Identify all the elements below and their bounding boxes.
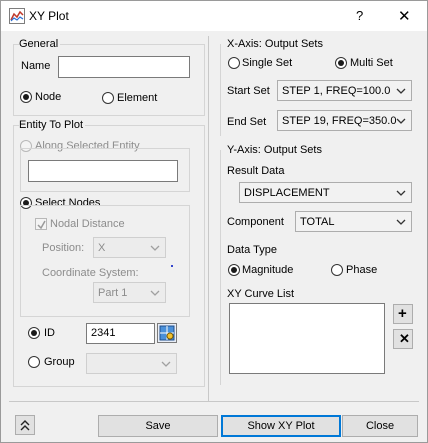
chevron-down-icon xyxy=(150,290,160,296)
close-window-button[interactable]: ✕ xyxy=(398,7,411,25)
coordinate-system-select[interactable]: Part 1 xyxy=(93,282,166,303)
end-set-value: STEP 19, FREQ=350.0 xyxy=(282,115,397,127)
multi-set-radio[interactable] xyxy=(335,57,347,69)
pick-node-button[interactable] xyxy=(157,323,177,343)
single-set-label: Single Set xyxy=(242,57,293,69)
component-label: Component xyxy=(227,216,284,228)
xy-plot-dialog: XY Plot ? ✕ General Name Node Element En… xyxy=(0,0,428,443)
xy-curve-list-label: XY Curve List xyxy=(227,288,295,300)
single-set-radio[interactable] xyxy=(228,57,240,69)
chevron-down-icon xyxy=(396,190,406,196)
remove-icon: ✕ xyxy=(399,331,410,346)
entity-legend: Entity To Plot xyxy=(19,119,85,131)
result-data-label: Result Data xyxy=(227,165,285,177)
xy-plot-app-icon xyxy=(9,8,25,24)
magnitude-label: Magnitude xyxy=(242,264,294,276)
double-chevron-up-icon xyxy=(20,420,30,431)
group-radio[interactable] xyxy=(28,356,40,368)
title-bar: XY Plot ? ✕ xyxy=(1,1,427,31)
group-select[interactable] xyxy=(86,353,177,374)
add-curve-button[interactable]: + xyxy=(393,304,413,324)
collapse-button[interactable] xyxy=(15,415,35,435)
nodal-distance-label: Nodal Distance xyxy=(50,218,125,230)
result-data-value: DISPLACEMENT xyxy=(244,187,330,199)
start-set-value: STEP 1, FREQ=100.0 xyxy=(282,85,391,97)
element-radio[interactable] xyxy=(102,92,114,104)
chevron-down-icon xyxy=(150,245,160,251)
general-legend: General xyxy=(19,38,61,50)
chevron-down-icon xyxy=(396,219,406,225)
coordinate-system-label: Coordinate System: xyxy=(42,267,139,279)
column-divider xyxy=(208,36,209,401)
start-set-label: Start Set xyxy=(227,85,270,97)
general-group xyxy=(13,44,205,116)
id-label: ID xyxy=(44,327,55,339)
group-label: Group xyxy=(44,356,75,368)
node-radio-label: Node xyxy=(35,91,62,103)
magnitude-radio[interactable] xyxy=(228,264,240,276)
remove-curve-button[interactable]: ✕ xyxy=(393,329,413,349)
close-button[interactable]: Close xyxy=(342,415,418,437)
chevron-down-icon xyxy=(161,361,171,367)
multi-set-label: Multi Set xyxy=(350,57,393,69)
position-label: Position: xyxy=(42,242,85,254)
nodal-distance-checkbox[interactable] xyxy=(35,218,47,230)
indicator-dot xyxy=(171,265,173,267)
along-entity-input[interactable] xyxy=(28,160,178,182)
id-input[interactable]: 2341 xyxy=(86,323,155,344)
window-title: XY Plot xyxy=(29,9,69,23)
position-value: X xyxy=(98,242,106,254)
start-set-select[interactable]: STEP 1, FREQ=100.0 xyxy=(277,80,412,101)
element-radio-label: Element xyxy=(117,92,158,104)
data-type-label: Data Type xyxy=(227,244,277,256)
node-radio[interactable] xyxy=(20,91,32,103)
check-icon xyxy=(37,220,46,229)
xy-curve-list[interactable] xyxy=(229,303,385,374)
help-button[interactable]: ? xyxy=(356,8,363,23)
name-input[interactable] xyxy=(58,56,190,78)
chevron-down-icon xyxy=(396,88,406,94)
save-button[interactable]: Save xyxy=(98,415,218,437)
chevron-down-icon xyxy=(396,118,406,124)
result-data-select[interactable]: DISPLACEMENT xyxy=(239,182,412,203)
phase-label: Phase xyxy=(346,264,378,276)
coordinate-system-value: Part 1 xyxy=(98,287,128,299)
end-set-select[interactable]: STEP 19, FREQ=350.0 xyxy=(277,110,412,131)
id-radio[interactable] xyxy=(28,327,40,339)
show-xy-plot-button[interactable]: Show XY Plot xyxy=(221,415,341,437)
position-select[interactable]: X xyxy=(93,237,166,258)
name-label: Name xyxy=(21,60,51,72)
component-select[interactable]: TOTAL xyxy=(295,211,412,232)
plus-icon: + xyxy=(398,305,407,322)
pick-node-icon xyxy=(159,325,175,341)
footer-divider xyxy=(9,401,419,402)
phase-radio[interactable] xyxy=(331,264,343,276)
end-set-label: End Set xyxy=(227,116,267,128)
component-value: TOTAL xyxy=(300,216,335,228)
